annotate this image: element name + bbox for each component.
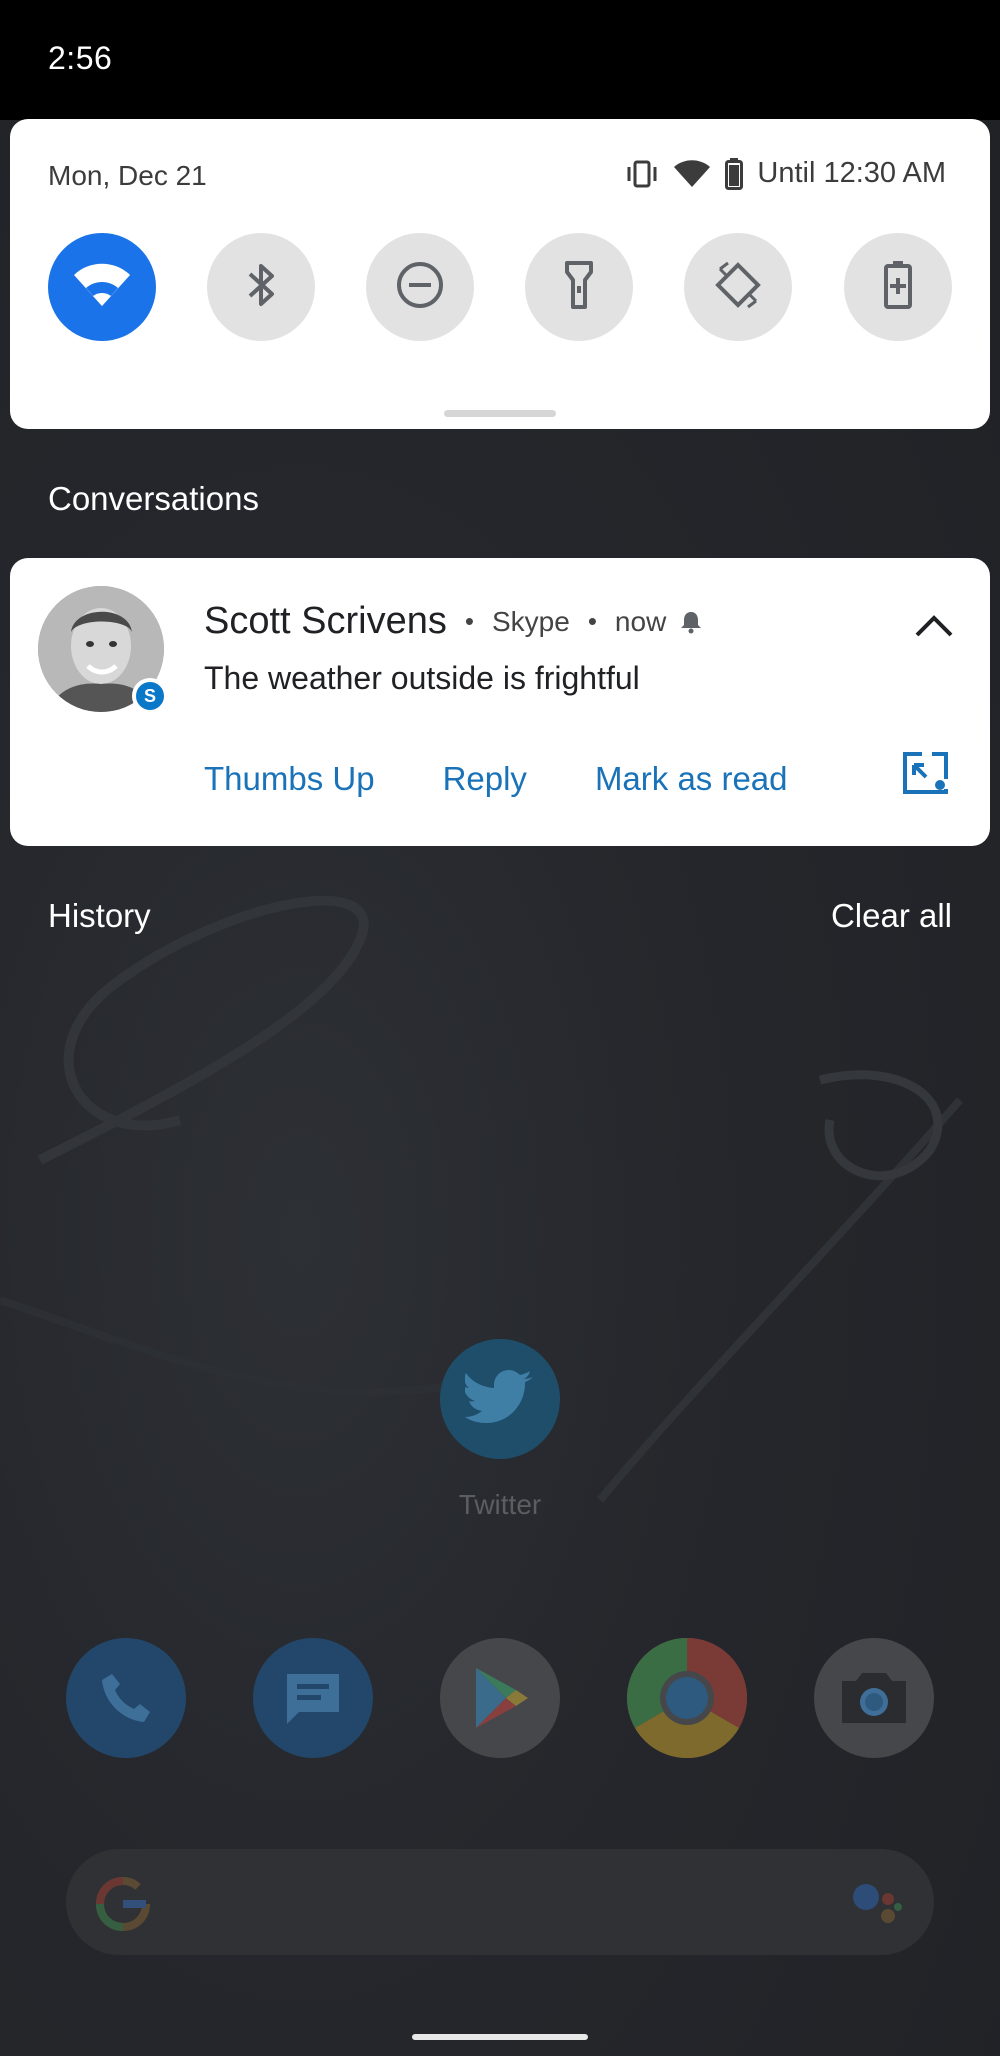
google-search-bar[interactable] [66,1849,934,1955]
skype-badge-icon: S [132,678,168,714]
flashlight-icon [564,260,594,315]
mark-as-read-button[interactable]: Mark as read [595,760,788,798]
quick-settings-panel: Mon, Dec 21 Until 12:30 AM [10,119,990,429]
tile-auto-rotate[interactable] [684,233,792,341]
wifi-status-icon [673,159,711,189]
auto-rotate-icon [712,259,764,316]
notification-message: The weather outside is frightful [204,660,640,696]
separator-dot: • [464,606,474,636]
tile-bluetooth[interactable] [207,233,315,341]
chrome-app-icon[interactable] [627,1638,747,1758]
bluetooth-icon [244,260,278,315]
assistant-icon[interactable] [850,1875,906,1936]
conversations-heading: Conversations [48,480,259,517]
status-time: 2:56 [48,40,113,76]
conversation-notification[interactable]: S Scott Scrivens • Skype • now The weath… [10,558,990,846]
reply-button[interactable]: Reply [443,760,527,798]
qs-date[interactable]: Mon, Dec 21 [48,160,207,192]
twitter-app-icon[interactable] [440,1339,560,1459]
gesture-nav-handle[interactable] [412,2034,588,2040]
tile-flashlight[interactable] [525,233,633,341]
collapse-chevron-icon[interactable] [914,612,954,643]
status-bar: 2:56 [0,0,1000,120]
play-store-app-icon[interactable] [440,1638,560,1758]
qs-tiles [48,233,952,341]
messages-app-icon[interactable] [253,1638,373,1758]
separator-dot: • [587,606,597,636]
battery-saver-icon [883,260,913,315]
camera-app-icon[interactable] [814,1638,934,1758]
notification-actions: Thumbs Up Reply Mark as read [204,754,856,804]
do-not-disturb-icon [395,260,445,315]
wifi-icon [73,262,131,313]
tile-battery-saver[interactable] [844,233,952,341]
bubble-icon[interactable] [902,751,950,800]
google-g-icon [94,1875,152,1938]
clear-all-button[interactable]: Clear all [831,897,952,935]
twitter-app-label: Twitter [458,1489,542,1520]
app-name: Skype [491,605,570,637]
history-heading: History [48,897,151,934]
qs-status-icons: Until 12:30 AM [625,157,946,190]
battery-text: Until 12:30 AM [757,157,946,189]
qs-drag-handle[interactable] [444,410,556,417]
notification-header: Scott Scrivens • Skype • now [204,600,702,643]
thumbs-up-button[interactable]: Thumbs Up [204,760,375,798]
tile-wifi[interactable] [48,233,156,341]
notification-time: now [614,605,667,637]
battery-status-icon [725,157,744,190]
alerting-bell-icon [680,610,702,634]
vibrate-icon [625,159,659,189]
phone-app-icon[interactable] [66,1638,186,1758]
sender-name: Scott Scrivens [204,600,447,642]
tile-do-not-disturb[interactable] [366,233,474,341]
